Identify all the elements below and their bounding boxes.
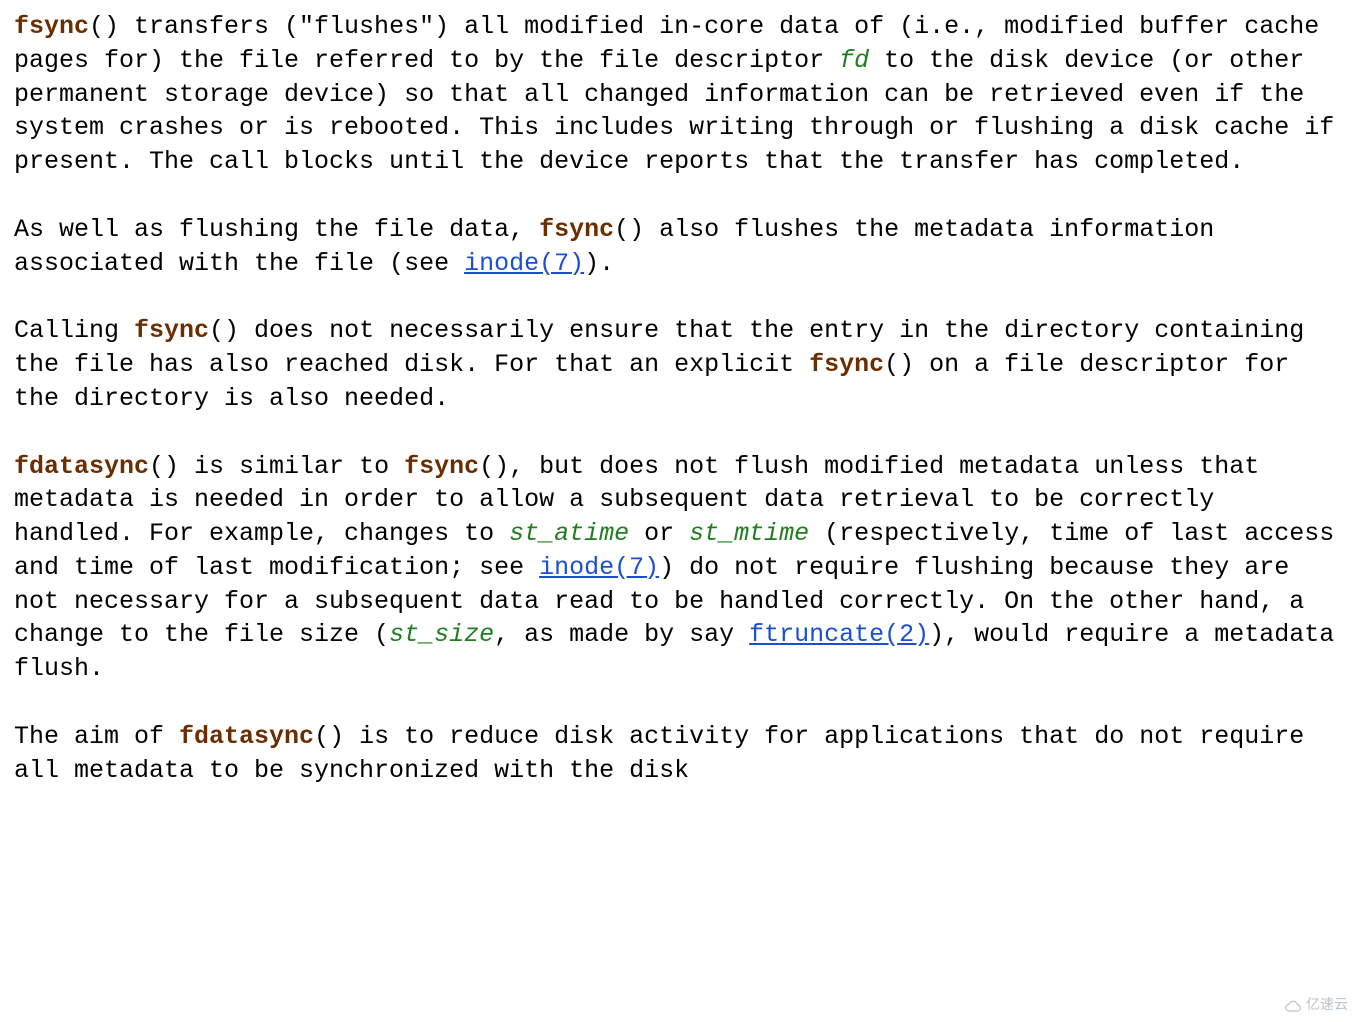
func-fsync: fsync (539, 215, 614, 244)
text: () is similar to (149, 452, 404, 481)
manpage-paragraph-3: Calling fsync() does not necessarily ens… (14, 314, 1344, 415)
func-fdatasync: fdatasync (179, 722, 314, 751)
func-fdatasync: fdatasync (14, 452, 149, 481)
arg-st-size: st_size (389, 620, 494, 649)
func-fsync: fsync (134, 316, 209, 345)
arg-fd: fd (839, 46, 869, 75)
func-fsync: fsync (14, 12, 89, 41)
arg-st-mtime: st_mtime (689, 519, 809, 548)
watermark-text: 亿速云 (1306, 995, 1348, 1014)
manpage-paragraph-5: The aim of fdatasync() is to reduce disk… (14, 720, 1344, 788)
link-ftruncate-2[interactable]: ftruncate(2) (749, 620, 929, 649)
watermark: 亿速云 (1284, 995, 1348, 1014)
link-inode-7[interactable]: inode(7) (464, 249, 584, 278)
func-fsync: fsync (404, 452, 479, 481)
func-fsync: fsync (809, 350, 884, 379)
manpage-paragraph-2: As well as flushing the file data, fsync… (14, 213, 1344, 281)
cloud-icon (1284, 998, 1302, 1012)
text: or (629, 519, 689, 548)
text: Calling (14, 316, 134, 345)
text: As well as flushing the file data, (14, 215, 539, 244)
text: The aim of (14, 722, 179, 751)
manpage-paragraph-4: fdatasync() is similar to fsync(), but d… (14, 450, 1344, 686)
text: , as made by say (494, 620, 749, 649)
text: ). (584, 249, 614, 278)
manpage-paragraph-1: fsync() transfers ("flushes") all modifi… (14, 10, 1344, 179)
arg-st-atime: st_atime (509, 519, 629, 548)
link-inode-7[interactable]: inode(7) (539, 553, 659, 582)
